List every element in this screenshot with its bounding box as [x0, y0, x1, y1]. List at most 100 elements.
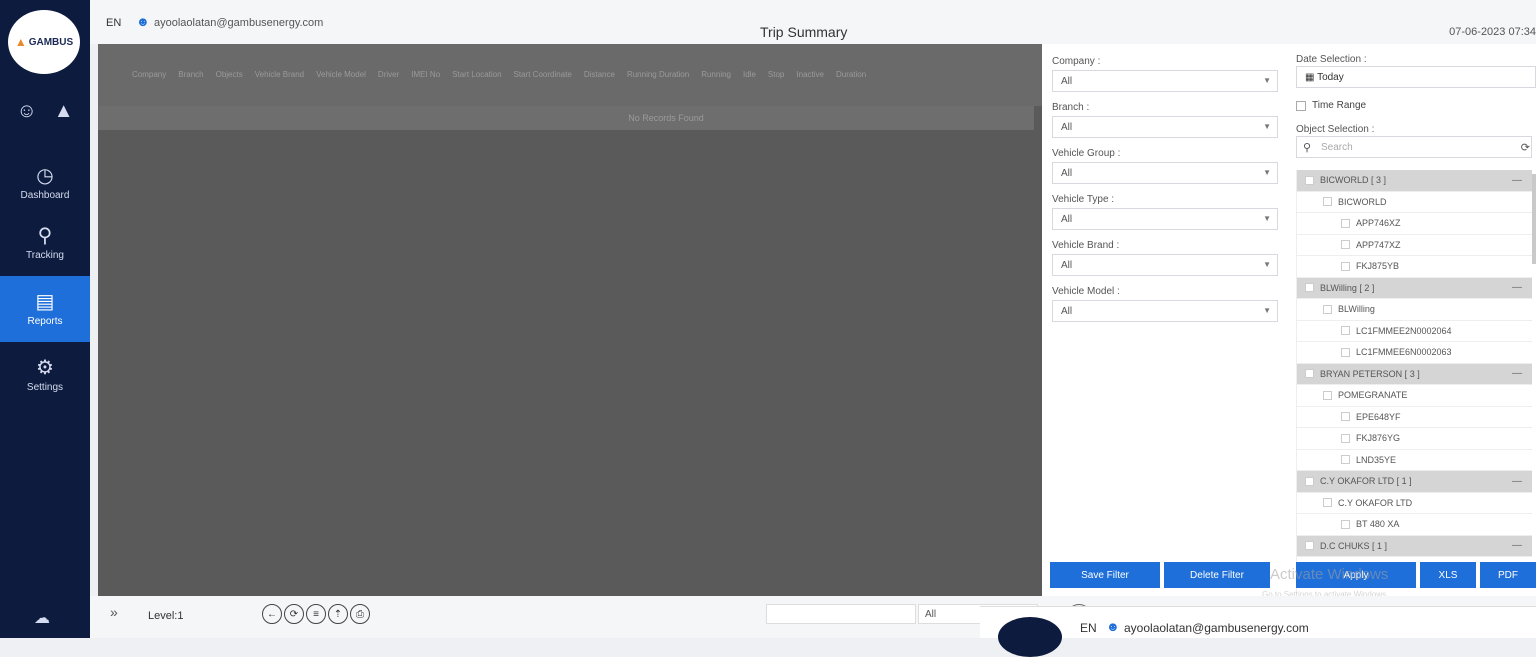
overlay-window: EN ☻ ayoolaolatan@gambusenergy.com — [980, 606, 1536, 657]
column-header[interactable]: Vehicle Model — [310, 70, 372, 80]
column-header[interactable]: Start Coordinate — [508, 70, 578, 80]
tree-checkbox[interactable] — [1323, 498, 1332, 508]
column-header[interactable]: Driver — [372, 70, 405, 80]
delete-filter-button[interactable]: Delete Filter — [1164, 562, 1270, 588]
bottom-select-value: All — [925, 609, 937, 620]
vehicle-type-select[interactable]: All ▼ — [1052, 208, 1278, 230]
time-range-checkbox[interactable] — [1296, 100, 1306, 111]
vehicle-group-select[interactable]: All ▼ — [1052, 162, 1278, 184]
date-select[interactable]: ▦ Today — [1296, 66, 1536, 88]
tree-item-label: C.Y OKAFOR LTD [ 1 ] — [1320, 476, 1412, 487]
tree-checkbox[interactable] — [1341, 240, 1350, 250]
column-header[interactable]: Duration — [830, 70, 872, 80]
tree-scrollbar[interactable] — [1532, 174, 1536, 264]
tree-item-label: POMEGRANATE — [1338, 390, 1408, 401]
tree-item-row[interactable]: LND35YE — [1297, 450, 1532, 471]
tree-item-row[interactable]: C.Y OKAFOR LTD — [1297, 493, 1532, 514]
pdf-button[interactable]: PDF — [1480, 562, 1536, 588]
collapse-icon[interactable]: — — [1512, 476, 1522, 487]
tree-item-row[interactable]: APP747XZ — [1297, 235, 1532, 256]
vehicle-model-select[interactable]: All ▼ — [1052, 300, 1278, 322]
tree-checkbox[interactable] — [1305, 283, 1314, 293]
column-header[interactable]: Distance — [578, 70, 621, 80]
tree-checkbox[interactable] — [1323, 390, 1332, 400]
tree-checkbox[interactable] — [1341, 519, 1350, 529]
collapse-icon[interactable]: — — [1512, 175, 1522, 186]
column-header[interactable]: Vehicle Brand — [249, 70, 310, 80]
language-selector[interactable]: EN — [106, 17, 121, 29]
collapse-icon[interactable]: — — [1512, 368, 1522, 379]
top-bar: EN ☻ ayoolaolatan@gambusenergy.com Trip … — [90, 0, 1536, 44]
tree-checkbox[interactable] — [1341, 412, 1350, 422]
tree-group-row[interactable]: BLWilling [ 2 ] — — [1297, 277, 1532, 299]
object-search-input[interactable]: ⚲ Search — [1296, 136, 1532, 158]
tree-checkbox[interactable] — [1305, 369, 1314, 379]
tree-checkbox[interactable] — [1341, 347, 1350, 357]
tree-group-row[interactable]: BRYAN PETERSON [ 3 ] — — [1297, 363, 1532, 385]
bell-icon[interactable]: ▲ — [54, 100, 74, 123]
tree-item-row[interactable]: FKJ875YB — [1297, 256, 1532, 278]
column-header[interactable]: Objects — [210, 70, 249, 80]
tree-item-row[interactable]: BT 480 XA — [1297, 514, 1532, 536]
tree-checkbox[interactable] — [1305, 175, 1314, 185]
column-header[interactable]: Running — [695, 70, 737, 80]
user-icon[interactable]: ☺ — [16, 100, 36, 123]
vehicle-type-value: All — [1061, 214, 1073, 225]
user-email[interactable]: ayoolaolatan@gambusenergy.com — [154, 17, 323, 29]
tree-checkbox[interactable] — [1341, 261, 1350, 271]
tree-group-row[interactable]: C.Y OKAFOR LTD [ 1 ] — — [1297, 471, 1532, 493]
company-logo[interactable]: ▲ GAMBUS — [8, 10, 80, 74]
tree-item-row[interactable]: LC1FMMEE2N0002064 — [1297, 321, 1532, 342]
tree-item-row[interactable]: APP746XZ — [1297, 213, 1532, 235]
tree-checkbox[interactable] — [1305, 476, 1314, 486]
overlay-language[interactable]: EN — [1080, 621, 1097, 635]
refresh-icon[interactable]: ⟳ — [284, 604, 304, 624]
column-header[interactable]: Start Location — [446, 70, 507, 80]
bottom-search-input[interactable] — [766, 604, 916, 624]
collapse-icon[interactable]: — — [1512, 540, 1522, 551]
tree-item-row[interactable]: BLWilling — [1297, 299, 1532, 321]
export-icon[interactable]: ⇡ — [328, 604, 348, 624]
tree-item-row[interactable]: LC1FMMEE6N0002063 — [1297, 342, 1532, 364]
tree-item-row[interactable]: BICWORLD — [1297, 192, 1532, 213]
tree-checkbox[interactable] — [1305, 541, 1314, 551]
column-header[interactable]: IMEI No — [405, 70, 446, 80]
back-icon[interactable]: ← — [262, 604, 282, 624]
tree-checkbox[interactable] — [1341, 218, 1350, 228]
column-header[interactable]: Running Duration — [621, 70, 695, 80]
vehicle-type-label: Vehicle Type : — [1052, 194, 1115, 205]
sidebar-item-settings[interactable]: ⚙ Settings — [0, 342, 90, 408]
collapse-icon[interactable]: — — [1512, 282, 1522, 293]
expand-icon[interactable]: » — [110, 604, 118, 620]
tree-group-row[interactable]: BICWORLD [ 3 ] — — [1297, 170, 1532, 192]
column-header[interactable]: Stop — [762, 70, 790, 80]
tree-checkbox[interactable] — [1323, 304, 1332, 314]
xls-button[interactable]: XLS — [1420, 562, 1476, 588]
vehicle-brand-select[interactable]: All ▼ — [1052, 254, 1278, 276]
company-select[interactable]: All ▼ — [1052, 70, 1278, 92]
save-filter-button[interactable]: Save Filter — [1050, 562, 1160, 588]
sidebar-item-tracking[interactable]: ⚲ Tracking — [0, 210, 90, 276]
overlay-user-email[interactable]: ayoolaolatan@gambusenergy.com — [1124, 621, 1309, 635]
column-header[interactable]: Company — [126, 70, 172, 80]
time-range-toggle[interactable]: Time Range — [1296, 100, 1366, 111]
sidebar-item-dashboard[interactable]: ◷ Dashboard — [0, 150, 90, 216]
tree-checkbox[interactable] — [1323, 197, 1332, 207]
refresh-icon[interactable]: ⟳ — [1521, 141, 1530, 154]
tree-checkbox[interactable] — [1341, 326, 1350, 336]
list-icon[interactable]: ≡ — [306, 604, 326, 624]
column-header[interactable]: Inactive — [790, 70, 830, 80]
tree-item-row[interactable]: FKJ876YG — [1297, 428, 1532, 450]
tree-item-row[interactable]: EPE648YF — [1297, 407, 1532, 428]
sidebar-item-label: Dashboard — [20, 189, 70, 201]
column-header[interactable]: Idle — [737, 70, 762, 80]
tree-checkbox[interactable] — [1341, 455, 1350, 465]
branch-select[interactable]: All ▼ — [1052, 116, 1278, 138]
tree-group-row[interactable]: D.C CHUKS [ 1 ] — — [1297, 535, 1532, 557]
column-header[interactable]: Branch — [172, 70, 209, 80]
tree-item-row[interactable]: POMEGRANATE — [1297, 385, 1532, 407]
sidebar-item-reports[interactable]: ▤ Reports — [0, 276, 90, 342]
tree-checkbox[interactable] — [1341, 433, 1350, 443]
cloud-icon[interactable]: ☁ — [34, 608, 50, 628]
print-icon[interactable]: ⎙ — [350, 604, 370, 624]
